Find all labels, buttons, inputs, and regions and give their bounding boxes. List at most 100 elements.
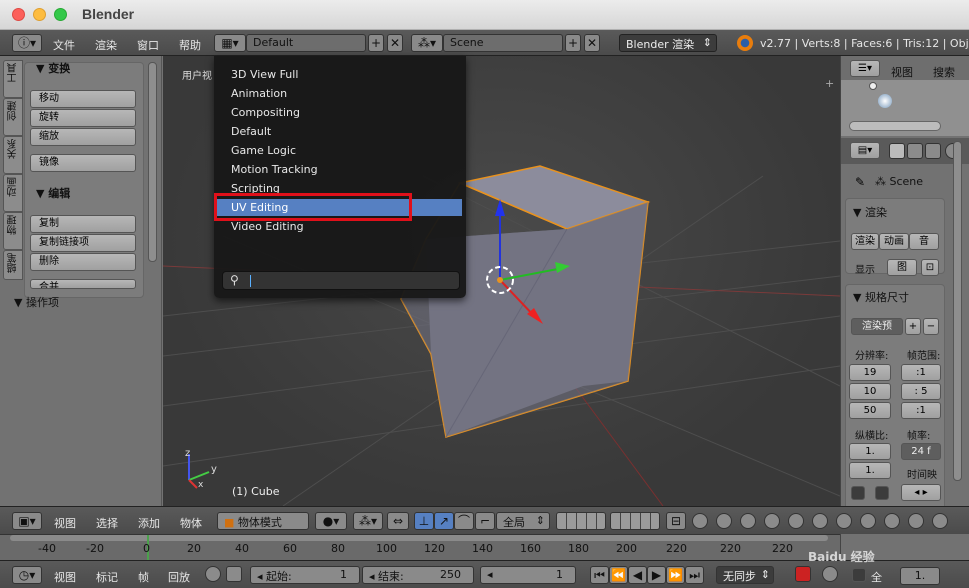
translate-manipulator-button[interactable]: ⊥: [414, 512, 434, 530]
opengl-animation-icon[interactable]: [836, 513, 852, 529]
render-layers-tab-icon[interactable]: [907, 143, 923, 159]
proportional-edit-icon[interactable]: [692, 513, 708, 529]
viewport-shading-dropdown[interactable]: ●▾: [315, 512, 347, 530]
tab-tools[interactable]: 工具: [3, 60, 23, 98]
render-animation-button[interactable]: 动画: [879, 233, 909, 250]
scene-field[interactable]: Scene: [443, 34, 563, 52]
frame-end-field[interactable]: : 5: [901, 383, 941, 400]
overlay-icon-2[interactable]: [884, 513, 900, 529]
preview-range-icon[interactable]: [226, 566, 242, 582]
manipulator-toggle[interactable]: ⇔: [387, 512, 409, 530]
render-preset-dropdown[interactable]: 渲染预: [851, 318, 903, 335]
dimensions-panel-header[interactable]: ▼ 规格尺寸: [853, 289, 909, 305]
lock-icon[interactable]: ⊡: [921, 259, 939, 276]
resolution-x-field[interactable]: 19: [849, 364, 891, 381]
viewport-menu-add[interactable]: 添加: [138, 515, 160, 531]
zoom-window-button[interactable]: [54, 8, 67, 21]
properties-editor-type[interactable]: ▤▾: [850, 142, 880, 159]
play-reverse-button[interactable]: ◀: [628, 566, 647, 584]
lock-layers-button[interactable]: ⊟: [666, 512, 686, 530]
screen-layout-field[interactable]: Default: [246, 34, 366, 52]
operator-panel-header[interactable]: ▼ 操作项: [14, 294, 59, 310]
timeline-scrollbar[interactable]: [10, 535, 828, 541]
properties-toggle-icon[interactable]: +: [825, 78, 837, 90]
render-engine-dropdown[interactable]: Blender 渲染 ⇕: [619, 34, 717, 52]
bottom-value-field[interactable]: 1.: [900, 567, 940, 585]
edit-panel-header[interactable]: ▼ 编辑: [36, 185, 70, 201]
tab-create[interactable]: 创建: [3, 98, 23, 136]
timeline-menu-playback[interactable]: 回放: [168, 569, 190, 585]
delete-layout-button[interactable]: ✕: [387, 34, 403, 52]
layout-item-default[interactable]: Default: [231, 125, 271, 138]
crop-checkbox[interactable]: [875, 486, 889, 500]
jump-end-button[interactable]: ⏭: [685, 566, 704, 584]
render-preview-icon[interactable]: [788, 513, 804, 529]
overlay-icon-3[interactable]: [908, 513, 924, 529]
outliner-editor-type[interactable]: ☰▾: [850, 60, 880, 77]
frame-rate-dropdown[interactable]: 24 f: [901, 443, 941, 460]
current-frame-field[interactable]: ◂ 1: [480, 566, 576, 584]
join-button[interactable]: 合并: [30, 279, 136, 289]
rotate-button[interactable]: 旋转: [30, 109, 136, 127]
snap-icon[interactable]: [716, 513, 732, 529]
tree-node-icon[interactable]: [869, 82, 877, 90]
tool-shelf-scrollbar[interactable]: [148, 62, 157, 262]
aspect-y-field[interactable]: 1.: [849, 462, 891, 479]
opengl-render-icon[interactable]: [812, 513, 828, 529]
viewport-editor-type[interactable]: ▣▾: [12, 512, 42, 530]
next-keyframe-button[interactable]: ⏩: [666, 566, 685, 584]
orientation-dropdown[interactable]: 全局 ⇕: [496, 512, 550, 530]
menu-window[interactable]: 窗口: [137, 37, 159, 53]
layout-item-game-logic[interactable]: Game Logic: [231, 144, 296, 157]
keying-set-icon[interactable]: [822, 566, 838, 582]
tab-physics[interactable]: 物理: [3, 212, 23, 250]
editor-type-button[interactable]: ⓘ▾: [12, 34, 42, 52]
snap-element-icon[interactable]: [740, 513, 756, 529]
layout-item-compositing[interactable]: Compositing: [231, 106, 300, 119]
tab-relations[interactable]: 关系: [3, 136, 23, 174]
start-frame-field[interactable]: ◂ 起始: 1: [250, 566, 360, 584]
scene-selector[interactable]: ⁂▾: [411, 34, 443, 52]
transform-panel-header[interactable]: ▼ 变换: [36, 60, 70, 76]
menu-render[interactable]: 渲染: [95, 37, 117, 53]
add-layout-button[interactable]: +: [368, 34, 384, 52]
viewport-menu-view[interactable]: 视图: [54, 515, 76, 531]
layout-item-animation[interactable]: Animation: [231, 87, 287, 100]
snap-target-icon[interactable]: [764, 513, 780, 529]
aspect-x-field[interactable]: 1.: [849, 443, 891, 460]
timeline-menu-view[interactable]: 视图: [54, 569, 76, 585]
layout-item-motion-tracking[interactable]: Motion Tracking: [231, 163, 318, 176]
orientation-icon-button[interactable]: ⌐: [475, 512, 495, 530]
play-button[interactable]: ▶: [647, 566, 666, 584]
properties-scrollbar[interactable]: [953, 141, 962, 481]
all-checkbox[interactable]: [852, 568, 866, 582]
scene-tab-icon[interactable]: [925, 143, 941, 159]
frame-start-field[interactable]: :1: [901, 364, 941, 381]
sync-mode-dropdown[interactable]: 无同步 ⇕: [716, 566, 774, 584]
time-remap-fields[interactable]: ◂ ▸: [901, 484, 941, 501]
scale-manipulator-button[interactable]: ⌒: [454, 512, 474, 530]
pin-icon[interactable]: ✎: [855, 175, 865, 189]
frame-step-field[interactable]: :1: [901, 402, 941, 419]
delete-scene-button[interactable]: ✕: [584, 34, 600, 52]
outliner-menu-search[interactable]: 搜索: [933, 64, 955, 80]
overlay-icon-1[interactable]: [860, 513, 876, 529]
layout-search-field[interactable]: ⚲: [222, 271, 460, 290]
duplicate-linked-button[interactable]: 复制链接项: [30, 234, 136, 252]
resolution-y-field[interactable]: 10: [849, 383, 891, 400]
add-preset-button[interactable]: +: [905, 318, 921, 335]
menu-file[interactable]: 文件: [53, 37, 75, 53]
scale-button[interactable]: 缩放: [30, 128, 136, 146]
minimize-window-button[interactable]: [33, 8, 46, 21]
remove-preset-button[interactable]: −: [923, 318, 939, 335]
autokey-icon[interactable]: [205, 566, 221, 582]
menu-help[interactable]: 帮助: [179, 37, 201, 53]
layout-item-video-editing[interactable]: Video Editing: [231, 220, 304, 233]
timeline-editor-type[interactable]: ◷▾: [12, 566, 42, 584]
record-icon[interactable]: [795, 566, 811, 582]
layout-item-3d-view-full[interactable]: 3D View Full: [231, 68, 298, 81]
rotate-manipulator-button[interactable]: ↗: [434, 512, 454, 530]
jump-start-button[interactable]: ⏮: [590, 566, 609, 584]
screen-layout-selector[interactable]: ▦▾: [214, 34, 246, 52]
layer-buttons-1[interactable]: [556, 512, 606, 530]
